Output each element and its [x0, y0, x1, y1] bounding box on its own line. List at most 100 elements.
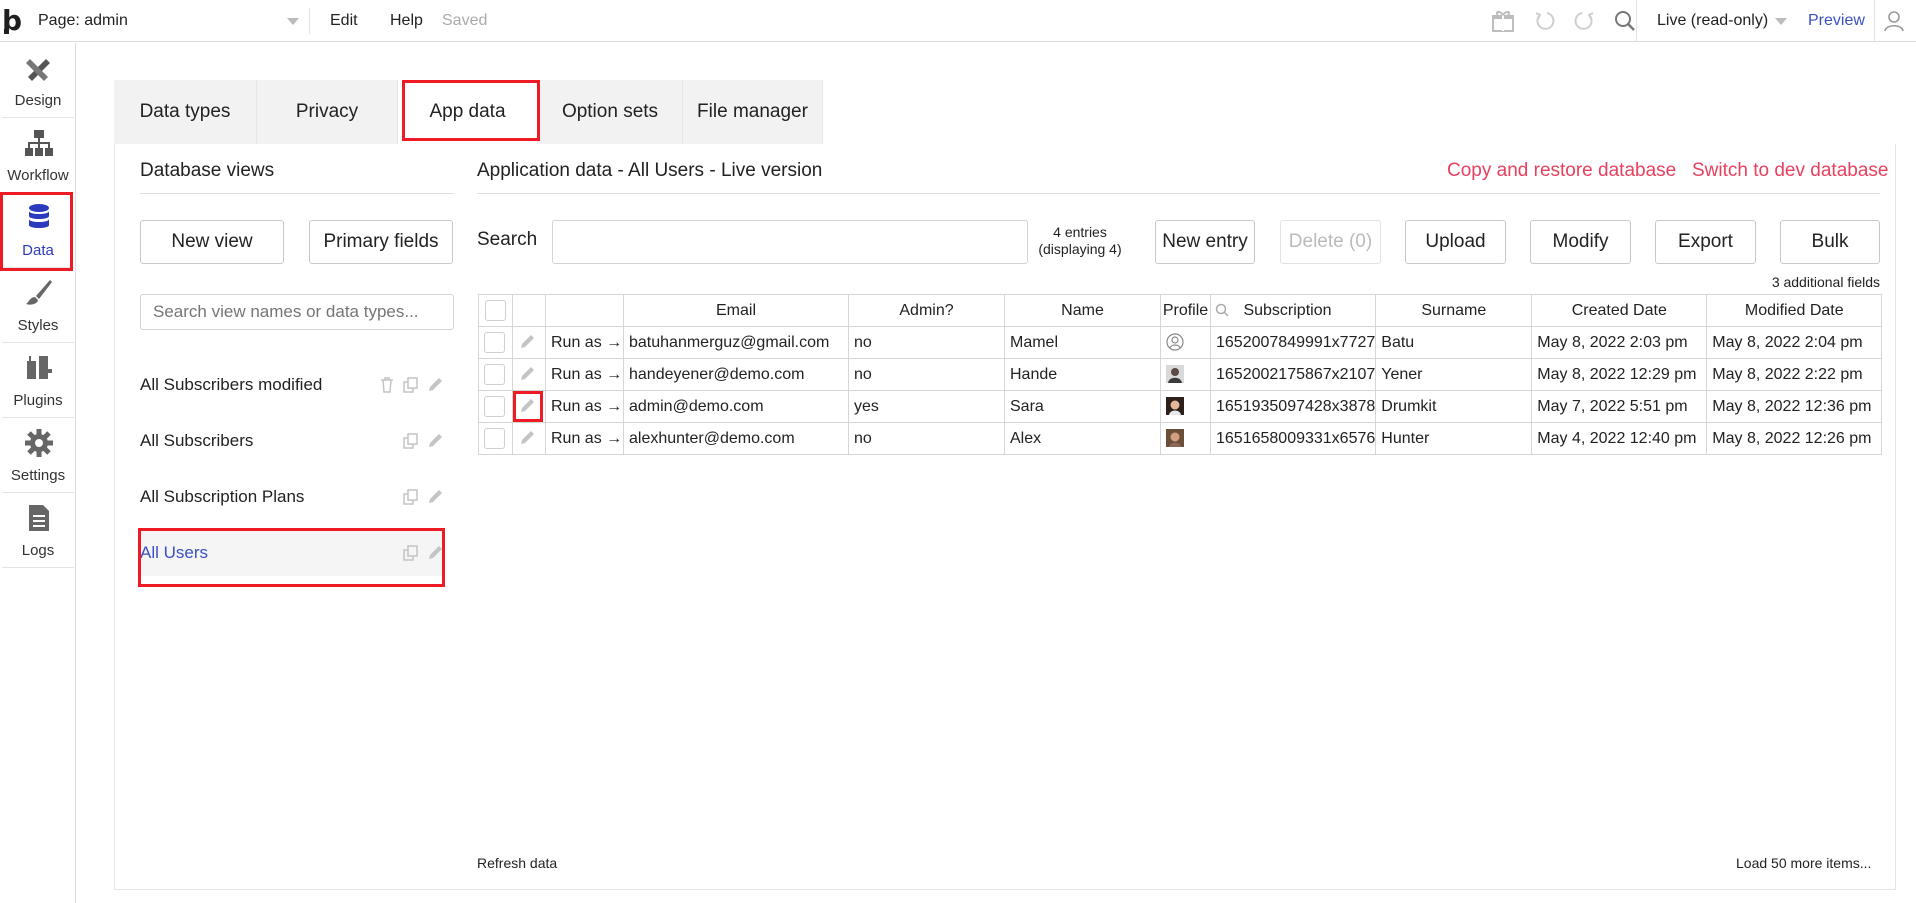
row-checkbox[interactable] — [484, 428, 505, 449]
upload-button[interactable]: Upload — [1405, 220, 1506, 264]
cell-created-date[interactable]: May 8, 2022 2:03 pm — [1531, 326, 1708, 359]
tab-file-manager[interactable]: File manager — [683, 80, 823, 144]
copy-icon[interactable] — [402, 488, 420, 506]
redo-icon[interactable] — [1571, 9, 1597, 33]
run-as-link[interactable]: Run as → — [545, 422, 624, 455]
nav-item-data[interactable]: Data — [2, 193, 74, 268]
pencil-icon[interactable] — [426, 376, 444, 394]
column-header-email[interactable]: Email — [623, 294, 849, 327]
run-as-link[interactable]: Run as → — [545, 390, 624, 423]
cell-email[interactable]: admin@demo.com — [623, 390, 849, 423]
view-item-all-subscribers-modified[interactable]: All Subscribers modified — [140, 362, 444, 408]
tab-app-data[interactable]: App data — [398, 80, 538, 144]
tab-data-types[interactable]: Data types — [114, 80, 257, 144]
export-button[interactable]: Export — [1655, 220, 1756, 264]
cell-name[interactable]: Sara — [1004, 390, 1161, 423]
pencil-icon[interactable] — [518, 365, 536, 383]
pencil-icon[interactable] — [426, 544, 444, 562]
column-header-modified-date[interactable]: Modified Date — [1706, 294, 1883, 327]
cell-created-date[interactable]: May 4, 2022 12:40 pm — [1531, 422, 1708, 455]
column-header-subscription[interactable]: Subscription — [1209, 294, 1377, 327]
cell-profile[interactable] — [1160, 358, 1211, 391]
nav-item-logs[interactable]: Logs — [2, 493, 74, 568]
run-as-link[interactable]: Run as → — [545, 358, 624, 391]
tab-privacy[interactable]: Privacy — [257, 80, 398, 144]
cell-admin[interactable]: no — [848, 326, 1005, 359]
preview-link[interactable]: Preview — [1808, 8, 1865, 34]
modify-button[interactable]: Modify — [1530, 220, 1631, 264]
view-item-all-users[interactable]: All Users — [140, 530, 444, 576]
row-checkbox[interactable] — [484, 332, 505, 353]
cell-email[interactable]: batuhanmerguz@gmail.com — [623, 326, 849, 359]
cell-created-date[interactable]: May 8, 2022 12:29 pm — [1531, 358, 1708, 391]
pencil-icon[interactable] — [518, 333, 536, 351]
copy-icon[interactable] — [402, 432, 420, 450]
search-icon[interactable] — [1215, 303, 1229, 317]
cell-modified-date[interactable]: May 8, 2022 2:04 pm — [1706, 326, 1883, 359]
bubble-logo-icon[interactable]: b — [2, 6, 28, 36]
cell-modified-date[interactable]: May 8, 2022 12:26 pm — [1706, 422, 1883, 455]
cell-modified-date[interactable]: May 8, 2022 2:22 pm — [1706, 358, 1883, 391]
copy-restore-database-link[interactable]: Copy and restore database — [1447, 160, 1676, 182]
cell-subscription[interactable]: 1652007849991x7727 — [1209, 326, 1377, 359]
cell-surname[interactable]: Hunter — [1375, 422, 1533, 455]
view-item-all-subscribers[interactable]: All Subscribers — [140, 418, 444, 464]
row-checkbox[interactable] — [484, 396, 505, 417]
pencil-icon[interactable] — [518, 429, 536, 447]
cell-email[interactable]: alexhunter@demo.com — [623, 422, 849, 455]
undo-icon[interactable] — [1532, 9, 1558, 33]
nav-item-styles[interactable]: Styles — [2, 268, 74, 343]
primary-fields-button[interactable]: Primary fields — [309, 220, 453, 264]
new-view-button[interactable]: New view — [140, 220, 284, 264]
nav-item-plugins[interactable]: Plugins — [2, 343, 74, 418]
cell-name[interactable]: Hande — [1004, 358, 1161, 391]
select-all-checkbox[interactable] — [485, 300, 506, 321]
load-more-link[interactable]: Load 50 more items... — [1736, 855, 1871, 871]
cell-created-date[interactable]: May 7, 2022 5:51 pm — [1531, 390, 1708, 423]
cell-profile[interactable] — [1160, 326, 1211, 359]
cell-profile[interactable] — [1160, 390, 1211, 423]
column-header-name[interactable]: Name — [1004, 294, 1161, 327]
menu-help[interactable]: Help — [390, 8, 423, 34]
pencil-icon[interactable] — [426, 432, 444, 450]
new-entry-button[interactable]: New entry — [1155, 220, 1255, 264]
cell-modified-date[interactable]: May 8, 2022 12:36 pm — [1706, 390, 1883, 423]
bulk-button[interactable]: Bulk — [1780, 220, 1880, 264]
refresh-data-link[interactable]: Refresh data — [477, 855, 557, 871]
tab-option-sets[interactable]: Option sets — [538, 80, 683, 144]
cell-name[interactable]: Alex — [1004, 422, 1161, 455]
pencil-icon[interactable] — [426, 488, 444, 506]
cell-surname[interactable]: Drumkit — [1375, 390, 1533, 423]
copy-icon[interactable] — [402, 376, 420, 394]
gift-icon[interactable] — [1490, 9, 1516, 33]
additional-fields-link[interactable]: 3 additional fields — [1766, 274, 1880, 290]
column-header-profile[interactable]: Profile — [1160, 294, 1211, 327]
row-checkbox[interactable] — [484, 364, 505, 385]
menu-edit[interactable]: Edit — [330, 8, 358, 34]
view-search-input[interactable] — [140, 294, 454, 330]
column-header-surname[interactable]: Surname — [1375, 294, 1533, 327]
column-header-created-date[interactable]: Created Date — [1531, 294, 1708, 327]
column-header-admin[interactable]: Admin? — [848, 294, 1005, 327]
cell-surname[interactable]: Yener — [1375, 358, 1533, 391]
trash-icon[interactable] — [378, 376, 396, 394]
cell-admin[interactable]: no — [848, 422, 1005, 455]
nav-item-workflow[interactable]: Workflow — [2, 118, 74, 193]
cell-email[interactable]: handeyener@demo.com — [623, 358, 849, 391]
nav-item-settings[interactable]: Settings — [2, 418, 74, 493]
user-icon[interactable] — [1882, 9, 1906, 33]
pencil-icon[interactable] — [518, 397, 536, 415]
cell-surname[interactable]: Batu — [1375, 326, 1533, 359]
cell-name[interactable]: Mamel — [1004, 326, 1161, 359]
cell-subscription[interactable]: 1651935097428x3878 — [1209, 390, 1377, 423]
cell-profile[interactable] — [1160, 422, 1211, 455]
view-item-all-subscription-plans[interactable]: All Subscription Plans — [140, 474, 444, 520]
cell-admin[interactable]: yes — [848, 390, 1005, 423]
search-input[interactable] — [552, 220, 1028, 264]
cell-subscription[interactable]: 1651658009331x6576 — [1209, 422, 1377, 455]
cell-subscription[interactable]: 1652002175867x2107 — [1209, 358, 1377, 391]
cell-admin[interactable]: no — [848, 358, 1005, 391]
delete-button[interactable]: Delete (0) — [1280, 220, 1381, 264]
nav-item-design[interactable]: Design — [2, 43, 74, 118]
search-icon[interactable] — [1612, 9, 1638, 33]
